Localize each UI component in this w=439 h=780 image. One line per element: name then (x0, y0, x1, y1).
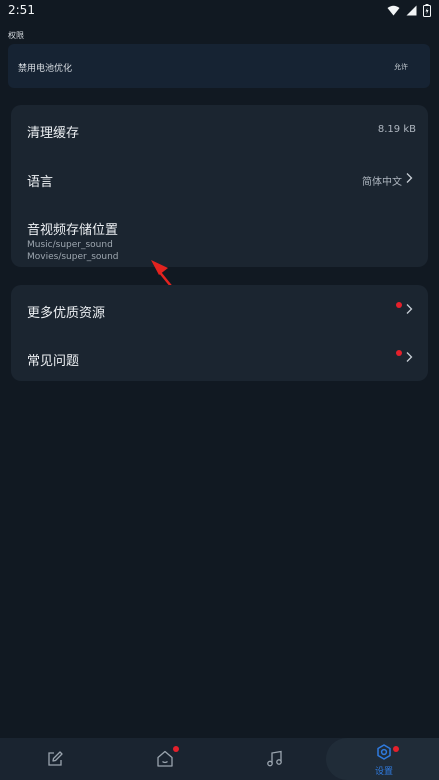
faq-row[interactable]: 常见问题 (11, 333, 428, 381)
home-badge-dot (173, 746, 179, 752)
chevron-right-icon (406, 304, 413, 314)
settings-badge-dot (393, 746, 399, 752)
chevron-right-icon (406, 352, 413, 362)
clear-cache-row[interactable]: 清理缓存 8.19 kB (11, 105, 428, 155)
signal-icon (406, 5, 417, 15)
cache-size-value: 8.19 kB (377, 124, 416, 135)
clear-cache-label: 清理缓存 (27, 126, 80, 141)
faq-label: 常见问题 (27, 354, 80, 369)
edit-icon (48, 751, 63, 766)
nav-edit[interactable] (25, 738, 85, 780)
permissions-section-label: 权限 (8, 31, 24, 40)
nav-music[interactable] (245, 738, 305, 780)
settings-card: 清理缓存 8.19 kB 语言 简体中文 音视频存储位置 Music/super… (11, 105, 428, 267)
more-card: 更多优质资源 常见问题 (11, 285, 428, 381)
settings-nav-label: 设置 (374, 767, 393, 777)
more-resources-row[interactable]: 更多优质资源 (11, 285, 428, 333)
allow-button[interactable]: 允许 (394, 62, 408, 72)
notification-dot (396, 302, 402, 308)
more-resources-label: 更多优质资源 (27, 306, 106, 321)
chevron-right-icon (406, 173, 413, 183)
home-icon (157, 750, 173, 767)
language-value: 简体中文 (362, 177, 402, 188)
status-icons (387, 3, 431, 17)
battery-optimization-label: 禁用电池优化 (18, 64, 73, 74)
language-label: 语言 (27, 175, 54, 190)
wifi-icon (387, 5, 400, 15)
status-bar: 2:51 (0, 0, 439, 20)
battery-optimization-row[interactable]: 禁用电池优化 允许 (8, 44, 430, 88)
storage-location-label: 音视频存储位置 (27, 223, 119, 238)
storage-location-row[interactable]: 音视频存储位置 Music/super_sound Movies/super_s… (11, 203, 428, 267)
movies-storage-path: Movies/super_sound (27, 252, 119, 262)
language-row[interactable]: 语言 简体中文 (11, 155, 428, 203)
nav-home[interactable] (135, 738, 195, 780)
music-storage-path: Music/super_sound (27, 240, 113, 250)
notification-dot (396, 350, 402, 356)
status-time: 2:51 (8, 3, 35, 17)
music-icon (267, 750, 282, 767)
settings-icon (377, 744, 391, 760)
nav-settings[interactable]: 设置 (354, 738, 414, 780)
battery-icon (423, 3, 431, 17)
